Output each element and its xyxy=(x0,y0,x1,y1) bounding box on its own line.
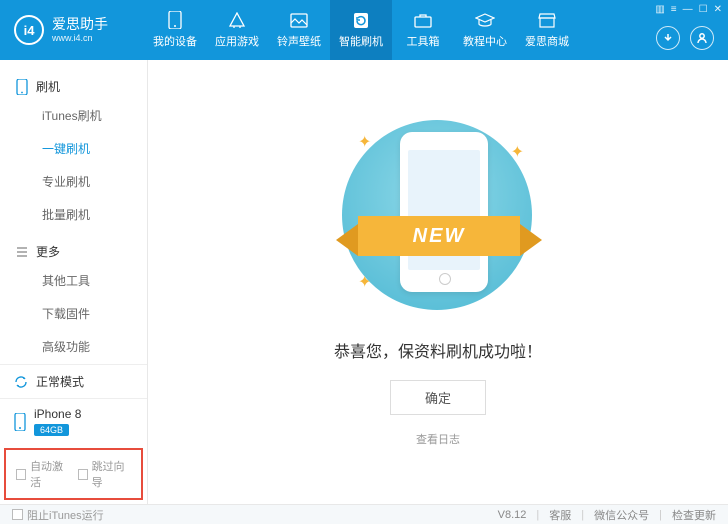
header-right xyxy=(656,26,714,50)
minimize-icon[interactable]: ― xyxy=(683,4,693,15)
nav-smart-flash[interactable]: 智能刷机 xyxy=(330,0,392,60)
apps-icon xyxy=(227,11,247,29)
download-icon[interactable] xyxy=(656,26,680,50)
nav-store[interactable]: 爱思商城 xyxy=(516,0,578,60)
success-message: 恭喜您，保资料刷机成功啦！ xyxy=(334,338,542,362)
phone-icon xyxy=(14,413,26,431)
new-ribbon: NEW xyxy=(334,210,544,262)
skin-icon[interactable]: ▥ xyxy=(655,4,664,15)
refresh-icon xyxy=(351,11,371,29)
brand: i4 爱思助手 www.i4.cn xyxy=(14,15,144,45)
sync-icon xyxy=(14,375,28,389)
sidebar: 刷机 iTunes刷机 一键刷机 专业刷机 批量刷机 更多 其他工具 下载固件 … xyxy=(0,60,148,504)
nav-tabs: 我的设备 应用游戏 铃声壁纸 智能刷机 工具箱 教程中心 爱思商城 xyxy=(144,0,578,60)
success-illustration: ✦ ✦ ✦ NEW xyxy=(328,116,548,316)
sidebar-item-batch-flash[interactable]: 批量刷机 xyxy=(0,198,147,231)
sidebar-group-flash[interactable]: 刷机 xyxy=(0,74,147,99)
storage-badge: 64GB xyxy=(34,424,69,436)
window-controls: ▥ ≡ ― ☐ ✕ xyxy=(655,4,722,15)
status-bar: 阻止iTunes运行 V8.12 | 客服 | 微信公众号 | 检查更新 xyxy=(0,504,728,524)
phone-icon xyxy=(165,11,185,29)
grad-cap-icon xyxy=(475,11,495,29)
sidebar-group-more[interactable]: 更多 xyxy=(0,239,147,264)
brand-url: www.i4.cn xyxy=(52,33,108,44)
brand-name: 爱思助手 xyxy=(52,16,108,33)
body: 刷机 iTunes刷机 一键刷机 专业刷机 批量刷机 更多 其他工具 下载固件 … xyxy=(0,60,728,504)
nav-ringtones[interactable]: 铃声壁纸 xyxy=(268,0,330,60)
sidebar-item-itunes-flash[interactable]: iTunes刷机 xyxy=(0,99,147,132)
title-bar: i4 爱思助手 www.i4.cn 我的设备 应用游戏 铃声壁纸 智能刷机 工具… xyxy=(0,0,728,60)
sidebar-item-other-tools[interactable]: 其他工具 xyxy=(0,264,147,297)
main-content: ✦ ✦ ✦ NEW 恭喜您，保资料刷机成功啦！ 确定 查看日志 xyxy=(148,60,728,504)
sidebar-item-pro-flash[interactable]: 专业刷机 xyxy=(0,165,147,198)
maximize-icon[interactable]: ☐ xyxy=(699,4,708,15)
menu-icon[interactable]: ≡ xyxy=(671,4,677,15)
ok-button[interactable]: 确定 xyxy=(390,380,486,415)
store-icon xyxy=(537,11,557,29)
sidebar-item-advanced[interactable]: 高级功能 xyxy=(0,330,147,363)
nav-toolbox[interactable]: 工具箱 xyxy=(392,0,454,60)
user-icon[interactable] xyxy=(690,26,714,50)
options-highlighted: 自动激活 跳过向导 xyxy=(4,448,143,500)
nav-tutorials[interactable]: 教程中心 xyxy=(454,0,516,60)
wechat-link[interactable]: 微信公众号 xyxy=(594,507,649,523)
image-icon xyxy=(289,11,309,29)
sidebar-bottom: 正常模式 iPhone 8 64GB 自动激活 跳过向导 xyxy=(0,364,147,504)
device-selector[interactable]: iPhone 8 64GB xyxy=(0,399,147,444)
version-label: V8.12 xyxy=(498,509,527,521)
phone-icon xyxy=(16,79,28,95)
nav-apps[interactable]: 应用游戏 xyxy=(206,0,268,60)
view-log-link[interactable]: 查看日志 xyxy=(416,431,460,447)
list-icon xyxy=(16,246,28,258)
brand-text: 爱思助手 www.i4.cn xyxy=(52,16,108,44)
support-link[interactable]: 客服 xyxy=(549,507,571,523)
brand-logo-icon: i4 xyxy=(14,15,44,45)
sidebar-item-download-firmware[interactable]: 下载固件 xyxy=(0,297,147,330)
device-name: iPhone 8 xyxy=(34,407,81,421)
update-link[interactable]: 检查更新 xyxy=(672,507,716,523)
close-icon[interactable]: ✕ xyxy=(714,4,722,15)
sidebar-item-oneclick-flash[interactable]: 一键刷机 xyxy=(0,132,147,165)
nav-my-device[interactable]: 我的设备 xyxy=(144,0,206,60)
mode-selector[interactable]: 正常模式 xyxy=(0,365,147,399)
checkbox-skip-wizard[interactable]: 跳过向导 xyxy=(78,458,132,490)
toolbox-icon xyxy=(413,11,433,29)
checkbox-stop-itunes[interactable]: 阻止iTunes运行 xyxy=(12,507,104,523)
checkbox-auto-activate[interactable]: 自动激活 xyxy=(16,458,70,490)
